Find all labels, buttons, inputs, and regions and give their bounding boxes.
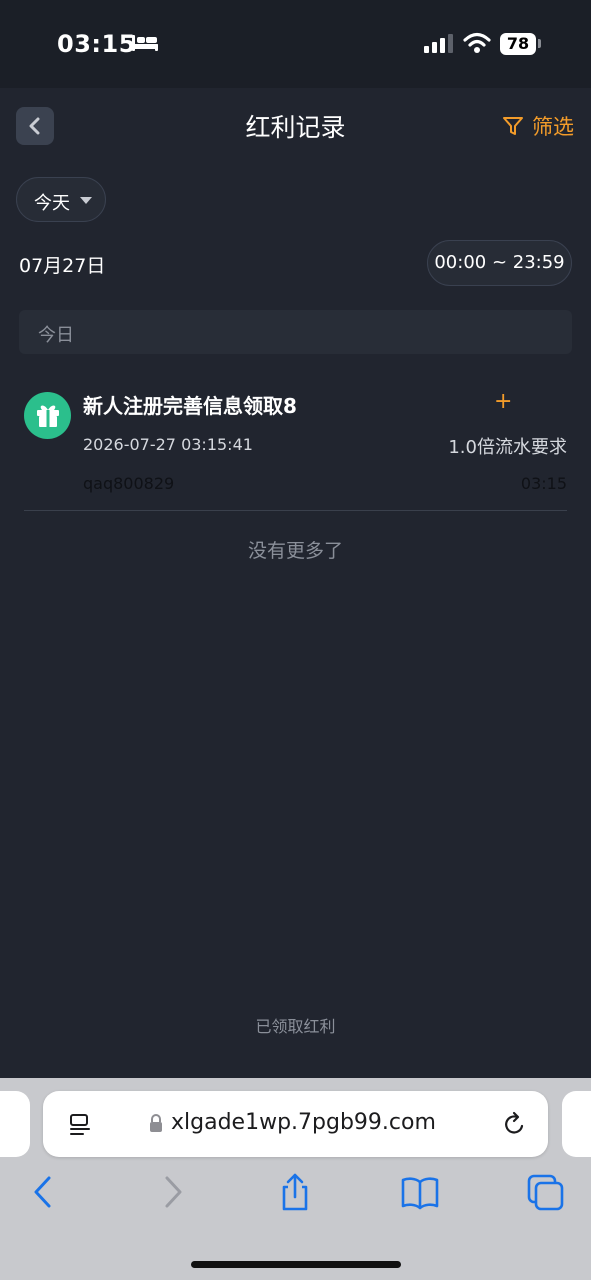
previous-tab-preview[interactable] bbox=[0, 1091, 30, 1157]
no-more-text: 没有更多了 bbox=[247, 540, 343, 562]
section-header-label: 今日 bbox=[38, 325, 74, 346]
address-bar[interactable]: xlgade1wp.7pgb99.com bbox=[43, 1091, 548, 1157]
wifi-icon bbox=[463, 32, 491, 53]
status-time: 03:15 bbox=[57, 30, 136, 58]
caret-down-icon bbox=[80, 197, 92, 204]
bookmarks-icon[interactable] bbox=[400, 1172, 440, 1212]
filter-label: 筛选 bbox=[532, 115, 574, 139]
home-indicator bbox=[191, 1261, 401, 1268]
page-menu-icon[interactable] bbox=[67, 1112, 93, 1138]
date-range-label: 今天 bbox=[34, 193, 70, 214]
section-header: 今日 bbox=[19, 310, 572, 354]
reload-icon[interactable] bbox=[502, 1110, 528, 1138]
status-bar: 03:15 78 bbox=[0, 0, 591, 88]
url-text: xlgade1wp.7pgb99.com bbox=[171, 1110, 436, 1135]
browser-back-icon[interactable] bbox=[24, 1172, 64, 1212]
tabs-icon[interactable] bbox=[526, 1172, 566, 1212]
date-range-dropdown[interactable]: 今天 bbox=[16, 177, 106, 222]
record-amount: + bbox=[494, 389, 513, 414]
next-tab-preview[interactable] bbox=[562, 1091, 591, 1157]
record-time: 03:15 bbox=[520, 474, 567, 493]
nav-bar: 红利记录 筛选 bbox=[0, 88, 591, 164]
browser-forward-icon[interactable] bbox=[152, 1172, 192, 1212]
record-wager-requirement: 1.0倍流水要求 bbox=[448, 437, 567, 458]
record-title: 新人注册完善信息领取8 bbox=[83, 394, 297, 418]
record-datetime: 2026-07-27 03:15:41 bbox=[83, 435, 253, 454]
filter-button[interactable]: 筛选 bbox=[502, 112, 574, 140]
record-username: qaq800829 bbox=[83, 474, 175, 493]
battery-level: 78 bbox=[500, 33, 536, 55]
browser-chrome: xlgade1wp.7pgb99.com bbox=[0, 1078, 591, 1280]
sleep-focus-icon bbox=[132, 35, 158, 51]
gift-glyph-icon bbox=[37, 405, 59, 427]
share-icon[interactable] bbox=[275, 1172, 315, 1212]
footer-claimed-bonus-label[interactable]: 已领取红利 bbox=[0, 1013, 591, 1037]
current-date: 07月27日 bbox=[19, 255, 106, 277]
battery-cap bbox=[538, 39, 541, 48]
lock-icon bbox=[150, 1114, 162, 1132]
list-item[interactable]: 新人注册完善信息领取8 + 2026-07-27 03:15:41 1.0倍流水… bbox=[24, 375, 567, 511]
filter-funnel-icon bbox=[503, 117, 523, 135]
gift-icon bbox=[24, 392, 71, 439]
time-range-selector[interactable]: 00:00 ~ 23:59 bbox=[427, 240, 572, 286]
cellular-signal-icon bbox=[424, 34, 453, 53]
